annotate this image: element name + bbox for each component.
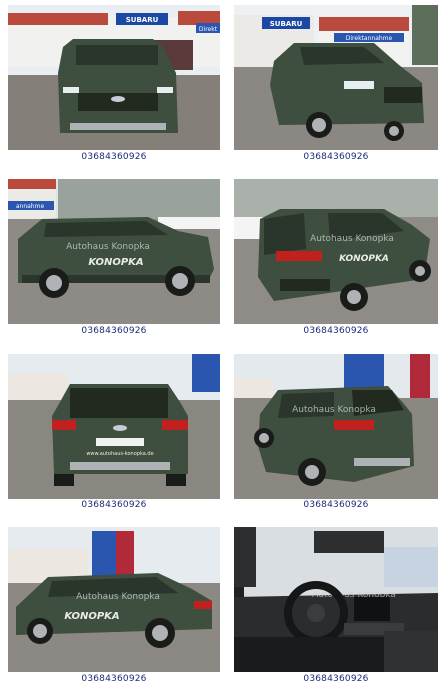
gallery-photo-8[interactable]: Autohaus Konopka — [234, 527, 438, 672]
gallery-photo-7[interactable]: Autohaus Konopka KONOPKA — [8, 527, 220, 672]
car-rear-three-quarter-photo: Autohaus Konopka KONOPKA — [234, 179, 438, 324]
watermark-text: Autohaus Konopka — [292, 405, 376, 415]
car-rear-photo: www.autohaus-konopka.de — [8, 354, 220, 499]
watermark-text: Autohaus Konopka — [66, 242, 150, 252]
car-interior-photo: Autohaus Konopka — [234, 527, 438, 672]
dealer-sign-2-text: Direktannahme — [346, 35, 393, 42]
photo-caption: 03684360926 — [303, 152, 369, 162]
gallery-photo-2[interactable]: SUBARU Direktannahme — [234, 5, 438, 150]
gallery-photo-1[interactable]: SUBARU Direkt — [8, 5, 220, 150]
dealer-sign-2-text: Direkt — [199, 26, 218, 33]
photo-caption: 03684360926 — [303, 500, 369, 510]
photo-caption: 03684360926 — [303, 674, 369, 684]
car-front-three-quarter-photo: SUBARU Direktannahme — [234, 5, 438, 150]
photo-gallery: SUBARU Direkt 03684360926 SUBARU Direkta… — [0, 0, 439, 684]
rear-graphic-text: www.autohaus-konopka.de — [86, 451, 153, 457]
car-side-photo-2: Autohaus Konopka KONOPKA — [8, 527, 220, 672]
gallery-photo-3[interactable]: annahme Autohaus Konopka KONOPKA — [8, 179, 220, 324]
car-front-photo: SUBARU Direkt — [8, 5, 220, 150]
dealer-sign-text: SUBARU — [270, 20, 303, 28]
gallery-photo-4[interactable]: Autohaus Konopka KONOPKA — [234, 179, 438, 324]
watermark-text: Autohaus Konopka — [76, 592, 160, 602]
photo-caption: 03684360926 — [81, 152, 147, 162]
door-graphic-text: KONOPKA — [339, 254, 389, 264]
watermark-text: Autohaus Konopka — [310, 234, 394, 244]
door-graphic-text: KONOPKA — [64, 611, 119, 622]
door-graphic-text: KONOPKA — [88, 257, 143, 268]
dealer-sign-text: SUBARU — [126, 16, 159, 24]
photo-caption: 03684360926 — [81, 326, 147, 336]
photo-caption: 03684360926 — [81, 500, 147, 510]
dealer-sign-2-text: annahme — [16, 203, 45, 210]
photo-caption: 03684360926 — [81, 674, 147, 684]
gallery-photo-5[interactable]: www.autohaus-konopka.de — [8, 354, 220, 499]
gallery-photo-6[interactable]: Autohaus Konopka — [234, 354, 438, 499]
car-rear-side-photo: Autohaus Konopka — [234, 354, 438, 499]
photo-caption: 03684360926 — [303, 326, 369, 336]
car-side-photo: annahme Autohaus Konopka KONOPKA — [8, 179, 220, 324]
